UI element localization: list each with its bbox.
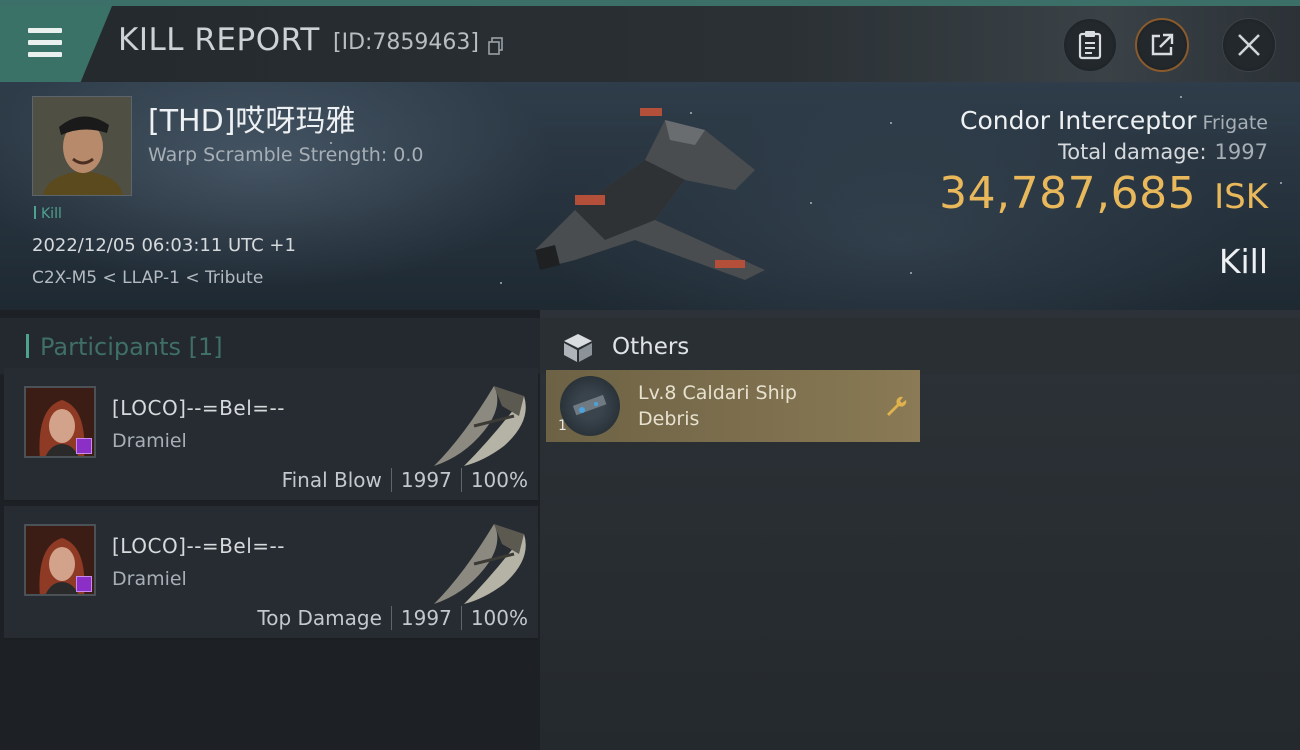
participant-percent: 100% — [470, 606, 528, 630]
clipboard-button[interactable] — [1063, 18, 1117, 72]
isk-value-row: 34,787,685 ISK — [939, 168, 1268, 219]
page-title: KILL REPORT — [118, 22, 320, 58]
kill-result: Kill — [1218, 242, 1268, 281]
victim-name[interactable]: [THD]哎呀玛雅 — [148, 96, 355, 140]
share-button[interactable] — [1135, 18, 1189, 72]
item-name-line1: Lv.8 Caldari Ship — [638, 382, 797, 404]
kill-datetime: 2022/12/05 06:03:11 UTC +1 — [32, 235, 296, 256]
participants-header: Participants [1] — [0, 318, 540, 374]
share-icon — [1151, 33, 1174, 56]
cube-icon — [564, 334, 592, 362]
participant-portrait[interactable] — [24, 386, 96, 458]
dramiel-ship-icon — [434, 386, 526, 466]
participant-row[interactable]: [LOCO]--=Bel=-- Dramiel Final Blow 1997 10… — [4, 368, 538, 502]
total-damage-label: Total damage: — [1057, 140, 1207, 164]
item-quantity: 1 — [558, 418, 567, 434]
copy-icon[interactable] — [488, 37, 504, 55]
participants-label: Participants — [40, 333, 181, 361]
skill-badge — [76, 576, 92, 592]
loot-item[interactable]: 1 Lv.8 Caldari Ship Debris — [546, 370, 920, 442]
others-panel: Others 1 Lv.8 Caldari Ship Debris — [540, 310, 1300, 750]
ship-name: Condor Interceptor — [960, 106, 1197, 135]
participant-percent: 100% — [470, 468, 528, 492]
participant-ship: Dramiel — [112, 568, 187, 590]
isk-label: ISK — [1214, 177, 1268, 217]
item-name-line2: Debris — [638, 408, 700, 430]
dramiel-ship-icon — [434, 524, 526, 604]
report-id: [ID:7859463] — [333, 30, 479, 55]
victim-ship-icon — [535, 108, 765, 280]
victim-portrait[interactable] — [32, 96, 132, 196]
participant-role: Top Damage — [257, 606, 382, 630]
participant-stats: Final Blow 1997 100% — [282, 468, 528, 492]
others-label: Others — [612, 334, 690, 360]
close-icon — [1238, 34, 1260, 56]
participant-corp: [LOCO]--=Bel=-- — [112, 534, 285, 558]
participant-portrait[interactable] — [24, 524, 96, 596]
participant-ship: Dramiel — [112, 430, 187, 452]
others-header: Others — [540, 318, 1300, 374]
participants-panel: Participants [1] [LOCO]--=Bel=-- Dramiel… — [0, 310, 540, 750]
participant-damage: 1997 — [400, 468, 452, 492]
total-damage: Total damage: 1997 — [1058, 140, 1268, 164]
isk-value: 34,787,685 — [939, 168, 1197, 219]
clipboard-icon — [1078, 31, 1102, 60]
participant-corp: [LOCO]--=Bel=-- — [112, 396, 285, 420]
debris-icon — [560, 376, 620, 436]
pilot-avatar-icon — [33, 97, 131, 195]
participant-damage: 1997 — [400, 606, 452, 630]
kill-banner: [THD]哎呀玛雅 Warp Scramble Strength: 0.0 Ki… — [0, 82, 1300, 310]
kill-location: C2X-M5 < LLAP-1 < Tribute — [32, 268, 264, 288]
participant-row[interactable]: [LOCO]--=Bel=-- Dramiel Top Damage 1997 10… — [4, 506, 538, 640]
kill-tag: Kill — [34, 206, 62, 222]
participant-stats: Top Damage 1997 100% — [257, 606, 528, 630]
participant-role: Final Blow — [281, 468, 382, 492]
wrench-icon — [887, 396, 907, 416]
ship-class: Frigate — [1202, 112, 1268, 134]
ship-type[interactable]: Condor Interceptor Frigate — [960, 106, 1268, 135]
close-button[interactable] — [1222, 18, 1276, 72]
hamburger-icon — [28, 28, 62, 58]
total-damage-value: 1997 — [1214, 140, 1268, 164]
participants-count: [1] — [188, 333, 223, 361]
warp-scramble-strength: Warp Scramble Strength: 0.0 — [148, 144, 424, 166]
skill-badge — [76, 438, 92, 454]
